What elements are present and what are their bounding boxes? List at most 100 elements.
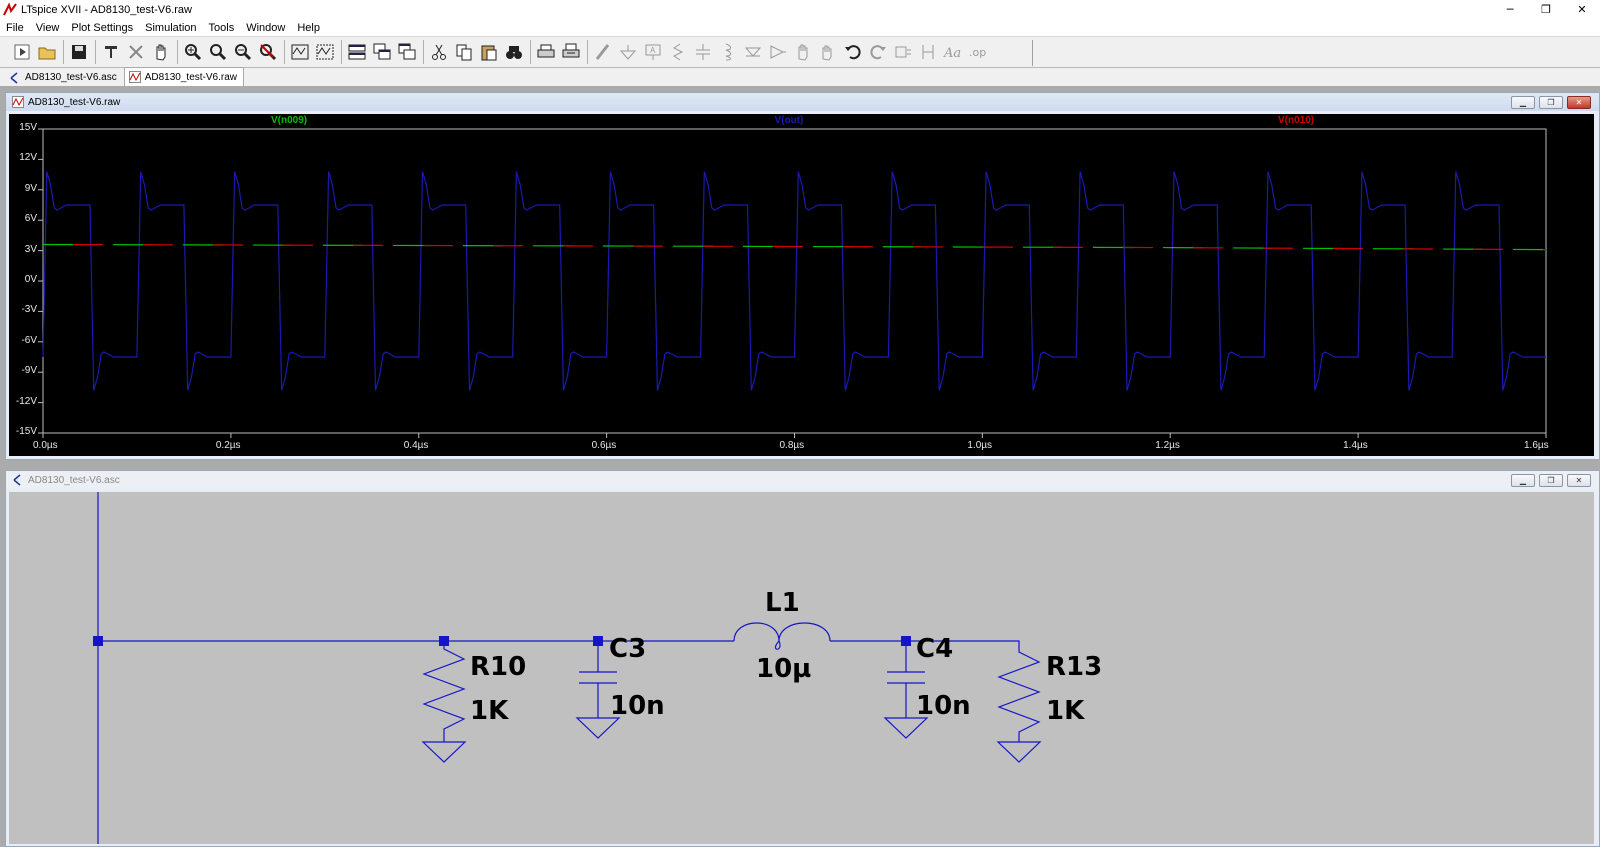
cascade-icon[interactable] xyxy=(370,40,394,64)
menu-simulation[interactable]: Simulation xyxy=(139,22,202,34)
y-tick-label: 3V xyxy=(24,243,37,255)
plot-frame xyxy=(42,128,1547,434)
junction-dot xyxy=(593,636,603,646)
ground-symbol xyxy=(883,717,929,739)
r10-ref-label[interactable]: R10 xyxy=(470,652,526,682)
x-tick-label: 1.2µs xyxy=(1155,440,1180,451)
halt-icon[interactable] xyxy=(124,40,148,64)
component-icon[interactable] xyxy=(766,40,790,64)
toolbar-separator xyxy=(587,40,588,64)
close-child-button[interactable]: ✕ xyxy=(1567,474,1591,487)
minimize-button[interactable]: ─ xyxy=(1492,0,1528,19)
restore-child-button[interactable]: ❐ xyxy=(1539,474,1563,487)
window-title: LTspice XVII - AD8130_test-V6.raw xyxy=(21,3,192,16)
x-tick-label: 0.8µs xyxy=(779,440,805,451)
r13-value-label[interactable]: 1K xyxy=(1046,696,1084,726)
x-tick-label: 1.0µs xyxy=(967,440,993,451)
toolbar-separator xyxy=(177,40,178,64)
zoom-out-icon[interactable] xyxy=(231,40,255,64)
close-button[interactable]: ✕ xyxy=(1564,0,1600,19)
paste-icon[interactable] xyxy=(477,40,501,64)
c4-ref-label[interactable]: C4 xyxy=(916,634,953,664)
title-bar: LTspice XVII - AD8130_test-V6.raw ─ ❐ ✕ xyxy=(0,0,1600,19)
close-child-button[interactable]: ✕ xyxy=(1567,96,1591,109)
minimize-child-button[interactable]: ▁ xyxy=(1511,474,1535,487)
wire-icon[interactable] xyxy=(591,40,615,64)
menu-view[interactable]: View xyxy=(30,22,66,34)
r13-ref-label[interactable]: R13 xyxy=(1046,652,1102,682)
x-tick-label: 1.6µs xyxy=(1524,440,1549,451)
pan-icon[interactable] xyxy=(149,40,173,64)
ground-symbol xyxy=(421,741,467,763)
diode-icon[interactable] xyxy=(741,40,765,64)
zoom-in-icon[interactable] xyxy=(181,40,205,64)
menu-bar: File View Plot Settings Simulation Tools… xyxy=(0,19,1600,36)
copy-icon[interactable] xyxy=(452,40,476,64)
waveform-window-titlebar[interactable]: AD8130_test-V6.raw ▁ ❐ ✕ xyxy=(6,93,1599,111)
resistor-r10 xyxy=(422,641,466,742)
capacitor-icon[interactable] xyxy=(691,40,715,64)
cut-icon[interactable] xyxy=(427,40,451,64)
control-panel-icon[interactable] xyxy=(99,40,123,64)
c3-value-label[interactable]: 10n xyxy=(610,691,665,721)
zoom-cancel-icon[interactable] xyxy=(256,40,280,64)
c4-value-label[interactable]: 10n xyxy=(916,691,971,721)
ltspice-app-icon xyxy=(3,2,17,15)
find-icon[interactable] xyxy=(502,40,526,64)
manual-limits-icon[interactable] xyxy=(313,40,337,64)
waveform-window: AD8130_test-V6.raw ▁ ❐ ✕ 15V 12V 9V 6V 3V 0V -… xyxy=(5,92,1600,460)
spice-directive-icon[interactable]: .op xyxy=(966,40,990,64)
menu-window[interactable]: Window xyxy=(240,22,291,34)
move-icon[interactable] xyxy=(791,40,815,64)
svg-text:.op: .op xyxy=(969,46,986,59)
minimize-child-button[interactable]: ▁ xyxy=(1511,96,1535,109)
trace-v-out xyxy=(42,171,1546,391)
save-icon[interactable] xyxy=(67,40,91,64)
trace-legend-label[interactable]: V(out) xyxy=(775,115,804,126)
ground-symbol xyxy=(996,741,1042,763)
mdi-workspace: AD8130_test-V6.raw ▁ ❐ ✕ 15V 12V 9V 6V 3V 0V -… xyxy=(0,87,1600,847)
trace-legend-label[interactable]: V(n009) xyxy=(271,115,307,126)
r10-value-label[interactable]: 1K xyxy=(470,696,508,726)
y-tick-label: -6V xyxy=(21,334,37,346)
tab-schematic[interactable]: AD8130_test-V6.asc xyxy=(4,69,124,86)
print-icon[interactable] xyxy=(534,40,558,64)
print-preview-icon[interactable] xyxy=(559,40,583,64)
tab-waveform[interactable]: AD8130_test-V6.raw xyxy=(123,67,244,86)
waveform-plot[interactable]: 15V 12V 9V 6V 3V 0V -3V -6V -9V -12V -15V 0.0µs 0.2µ… xyxy=(9,114,1594,456)
rotate-icon[interactable] xyxy=(891,40,915,64)
label-icon[interactable]: A xyxy=(641,40,665,64)
l1-ref-label[interactable]: L1 xyxy=(765,588,800,618)
open-icon[interactable] xyxy=(35,40,59,64)
drag-icon[interactable] xyxy=(816,40,840,64)
menu-tools[interactable]: Tools xyxy=(203,22,241,34)
ground-icon[interactable] xyxy=(616,40,640,64)
autorange-icon[interactable] xyxy=(288,40,312,64)
restore-child-button[interactable]: ❐ xyxy=(1539,96,1563,109)
schematic-window: AD8130_test-V6.asc ▁ ❐ ✕ R10 1K C3 10n L… xyxy=(5,470,1600,847)
junction-dot xyxy=(901,636,911,646)
document-tabs: AD8130_test-V6.asc AD8130_test-V6.raw xyxy=(0,67,1600,87)
x-tick-label: 0.0µs xyxy=(33,440,58,451)
menu-file[interactable]: File xyxy=(0,22,30,34)
redo-icon[interactable] xyxy=(866,40,890,64)
resistor-icon[interactable] xyxy=(666,40,690,64)
schematic-window-titlebar[interactable]: AD8130_test-V6.asc ▁ ❐ ✕ xyxy=(6,471,1599,489)
y-tick-label: -3V xyxy=(21,304,37,316)
restore-button[interactable]: ❐ xyxy=(1528,0,1564,19)
tile-vertical-icon[interactable] xyxy=(395,40,419,64)
mirror-icon[interactable] xyxy=(916,40,940,64)
tile-horizontal-icon[interactable] xyxy=(345,40,369,64)
schematic-canvas[interactable]: R10 1K C3 10n L1 10µ C4 10n R13 1K xyxy=(9,492,1594,844)
menu-plot-settings[interactable]: Plot Settings xyxy=(65,22,139,34)
text-icon[interactable]: Aa xyxy=(941,40,965,64)
y-tick-label: 12V xyxy=(19,152,37,164)
menu-help[interactable]: Help xyxy=(291,22,326,34)
zoom-area-icon[interactable] xyxy=(206,40,230,64)
run-icon[interactable] xyxy=(10,40,34,64)
c3-ref-label[interactable]: C3 xyxy=(609,634,646,664)
trace-legend-label[interactable]: V(n010) xyxy=(1278,115,1314,126)
undo-icon[interactable] xyxy=(841,40,865,64)
inductor-icon[interactable] xyxy=(716,40,740,64)
l1-value-label[interactable]: 10µ xyxy=(756,654,811,684)
